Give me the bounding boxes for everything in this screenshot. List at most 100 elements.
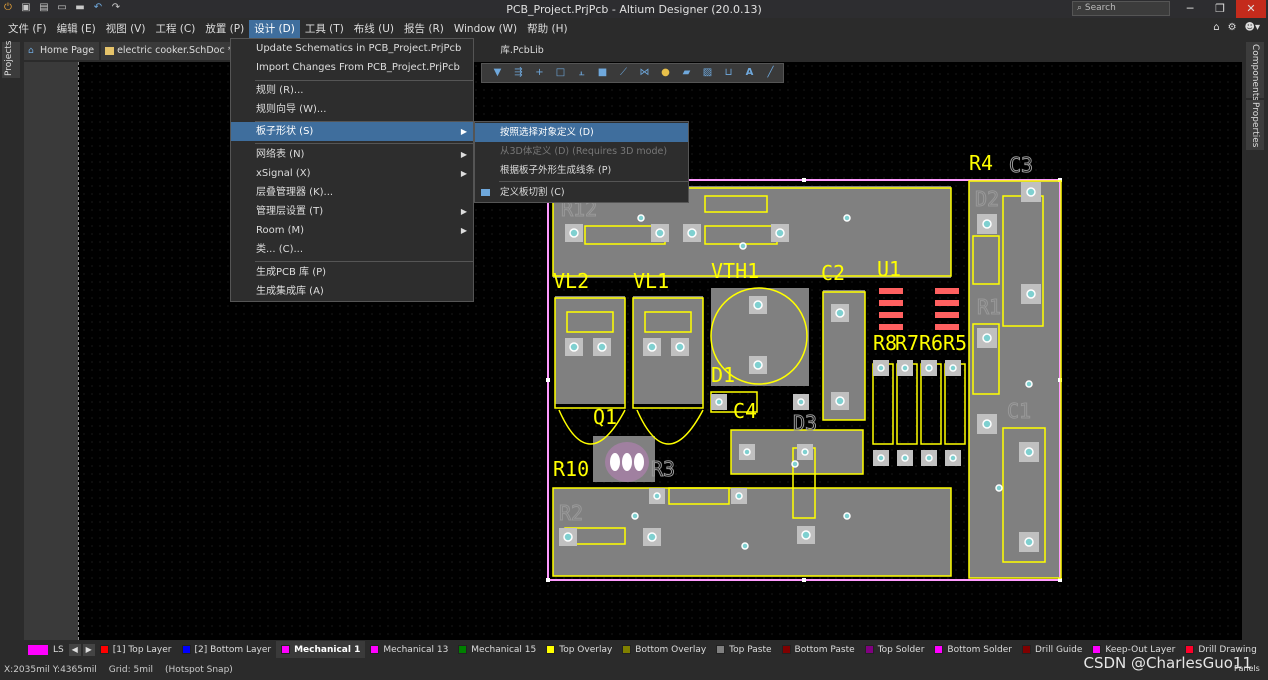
- restore-button[interactable]: ❐: [1205, 0, 1235, 18]
- menu-item-layer-stack-manager[interactable]: 层叠管理器 (K)...: [231, 183, 473, 202]
- minimize-button[interactable]: ─: [1175, 0, 1205, 18]
- tab-label: 库.PcbLib: [500, 45, 544, 56]
- layer-label: [2] Bottom Layer: [194, 644, 272, 655]
- menu-item-label: 网络表 (N): [256, 149, 305, 160]
- menu-tools[interactable]: 工具 (T): [300, 20, 349, 38]
- menu-project[interactable]: 工程 (C): [150, 20, 200, 38]
- layer-tab-mechanical-15[interactable]: Mechanical 15: [453, 641, 541, 658]
- layer-set-label[interactable]: LS: [50, 645, 67, 655]
- menu-edit[interactable]: 编辑 (E): [52, 20, 101, 38]
- panels-button[interactable]: Panels: [1234, 664, 1260, 673]
- line-icon[interactable]: ╱: [761, 65, 780, 81]
- menu-place[interactable]: 放置 (P): [200, 20, 249, 38]
- layer-tab-bottom-overlay[interactable]: Bottom Overlay: [617, 641, 711, 658]
- submenu-item-define-from-3d[interactable]: 从3D体定义 (D) (Requires 3D mode): [475, 142, 688, 161]
- tab-schematic[interactable]: electric cooker.SchDoc *: [101, 42, 238, 60]
- board-cutout-icon: [481, 189, 490, 196]
- active-bar: ▼ ⇶ + □ ⫠ ■ ⟋ ⋈ ● ▰ ▨ ⊔ A ╱: [481, 63, 784, 83]
- region-icon[interactable]: ▨: [698, 65, 717, 81]
- select-rect-icon[interactable]: □: [551, 65, 570, 81]
- menu-item-rules[interactable]: 规则 (R)...: [231, 81, 473, 100]
- label-d3: D3: [793, 411, 817, 435]
- route-icon[interactable]: ⇶: [509, 65, 528, 81]
- component-icon[interactable]: ■: [593, 65, 612, 81]
- menu-item-update-schematics[interactable]: Update Schematics in PCB_Project.PrjPcb: [231, 39, 473, 58]
- current-layer-color-swatch[interactable]: [28, 644, 48, 655]
- layer-tab-top-overlay[interactable]: Top Overlay: [541, 641, 617, 658]
- text-icon[interactable]: A: [740, 65, 759, 81]
- chevron-right-icon: ▶: [460, 226, 467, 235]
- menu-separator: [255, 261, 473, 262]
- menu-item-netlist[interactable]: 网络表 (N) ▶: [231, 145, 473, 164]
- diff-pair-icon[interactable]: ⋈: [635, 65, 654, 81]
- menu-route[interactable]: 布线 (U): [349, 20, 399, 38]
- tab-home-page[interactable]: ⌂ Home Page: [24, 42, 100, 60]
- tab-label: Home Page: [40, 45, 95, 56]
- layer-tab-bottom-paste[interactable]: Bottom Paste: [777, 641, 860, 658]
- search-input[interactable]: ⌕ Search: [1072, 1, 1170, 16]
- submenu-item-define-board-cutout[interactable]: 定义板切割 (C): [475, 183, 688, 202]
- user-icon[interactable]: ☻▾: [1245, 22, 1260, 33]
- submenu-item-label: 根据板子外形生成线条 (P): [500, 165, 612, 176]
- cross-icon[interactable]: +: [530, 65, 549, 81]
- layer-tab-bottom-solder[interactable]: Bottom Solder: [929, 641, 1017, 658]
- menu-item-classes[interactable]: 类... (C)...: [231, 240, 473, 259]
- menu-reports[interactable]: 报告 (R): [399, 20, 449, 38]
- menu-item-label: 规则 (R)...: [256, 85, 304, 96]
- components-panel-tab[interactable]: Components: [1246, 42, 1264, 101]
- via-icon[interactable]: ●: [656, 65, 675, 81]
- menu-item-label: Update Schematics in PCB_Project.PrjPcb: [256, 43, 462, 54]
- menu-view[interactable]: 视图 (V): [101, 20, 151, 38]
- interactive-route-icon[interactable]: ⟋: [614, 65, 633, 81]
- menu-help[interactable]: 帮助 (H): [522, 20, 572, 38]
- filter-icon[interactable]: ▼: [488, 65, 507, 81]
- menu-item-make-pcb-library[interactable]: 生成PCB 库 (P): [231, 263, 473, 282]
- tab-pcblib[interactable]: 库.PcbLib: [496, 42, 549, 60]
- board-shape-submenu: 按照选择对象定义 (D) 从3D体定义 (D) (Requires 3D mod…: [474, 121, 689, 203]
- layer-label: Drill Drawing: [1198, 644, 1257, 655]
- label-c3: C3: [1009, 153, 1033, 177]
- menu-file[interactable]: 文件 (F): [3, 20, 52, 38]
- projects-panel-tab[interactable]: Projects: [2, 41, 20, 78]
- pcb-board-view[interactable]: R4 C3 VL2 VL1 VTH1 C2 U1 R8 R7 R6 R5 D1 …: [545, 148, 1065, 588]
- submenu-item-define-from-selected[interactable]: 按照选择对象定义 (D): [475, 123, 688, 142]
- layer-tab-drill-guide[interactable]: Drill Guide: [1017, 641, 1087, 658]
- menu-item-manage-layer-sets[interactable]: 管理层设置 (T) ▶: [231, 202, 473, 221]
- layer-label: [1] Top Layer: [112, 644, 172, 655]
- label-d1: D1: [711, 363, 735, 387]
- layer-tab-top-paste[interactable]: Top Paste: [711, 641, 776, 658]
- layer-tabs-bar: LS ◀ ▶ [1] Top Layer [2] Bottom Layer Me…: [24, 641, 1257, 658]
- layer-prev-button[interactable]: ◀: [68, 643, 81, 656]
- fill-icon[interactable]: ▰: [677, 65, 696, 81]
- dimension-icon[interactable]: ⊔: [719, 65, 738, 81]
- submenu-item-create-primitives[interactable]: 根据板子外形生成线条 (P): [475, 161, 688, 180]
- layer-tab-bottom-layer[interactable]: [2] Bottom Layer: [177, 641, 277, 658]
- menu-design[interactable]: 设计 (D): [249, 20, 300, 38]
- layer-next-button[interactable]: ▶: [82, 643, 95, 656]
- menu-item-label: 类... (C)...: [256, 244, 304, 255]
- menu-window[interactable]: Window (W): [449, 20, 522, 38]
- align-icon[interactable]: ⫠: [572, 65, 591, 81]
- properties-panel-tab[interactable]: Properties: [1246, 100, 1264, 150]
- layer-label: Keep-Out Layer: [1105, 644, 1176, 655]
- layer-tab-mechanical-13[interactable]: Mechanical 13: [365, 641, 453, 658]
- layer-tab-top-solder[interactable]: Top Solder: [860, 641, 930, 658]
- menu-item-xsignal[interactable]: xSignal (X) ▶: [231, 164, 473, 183]
- layer-color-swatch: [181, 645, 191, 654]
- submenu-item-label: 按照选择对象定义 (D): [500, 127, 594, 138]
- layer-tab-mechanical-1[interactable]: Mechanical 1: [276, 641, 366, 658]
- menu-separator: [499, 181, 688, 182]
- layer-tab-top-layer[interactable]: [1] Top Layer: [95, 641, 177, 658]
- menu-item-import-changes[interactable]: Import Changes From PCB_Project.PrjPcb: [231, 58, 473, 77]
- gear-icon[interactable]: ⚙: [1228, 22, 1237, 33]
- label-r7: R7: [895, 331, 919, 355]
- label-r5: R5: [943, 331, 967, 355]
- home-icon[interactable]: ⌂: [1213, 22, 1219, 33]
- menu-item-board-shape[interactable]: 板子形状 (S) ▶: [231, 122, 473, 141]
- layer-label: Mechanical 1: [294, 644, 361, 655]
- menu-item-rules-wizard[interactable]: 规则向导 (W)...: [231, 100, 473, 119]
- close-button[interactable]: ✕: [1236, 0, 1266, 18]
- menu-item-room[interactable]: Room (M) ▶: [231, 221, 473, 240]
- menu-item-label: 生成集成库 (A): [256, 286, 324, 297]
- menu-item-make-integrated-library[interactable]: 生成集成库 (A): [231, 282, 473, 301]
